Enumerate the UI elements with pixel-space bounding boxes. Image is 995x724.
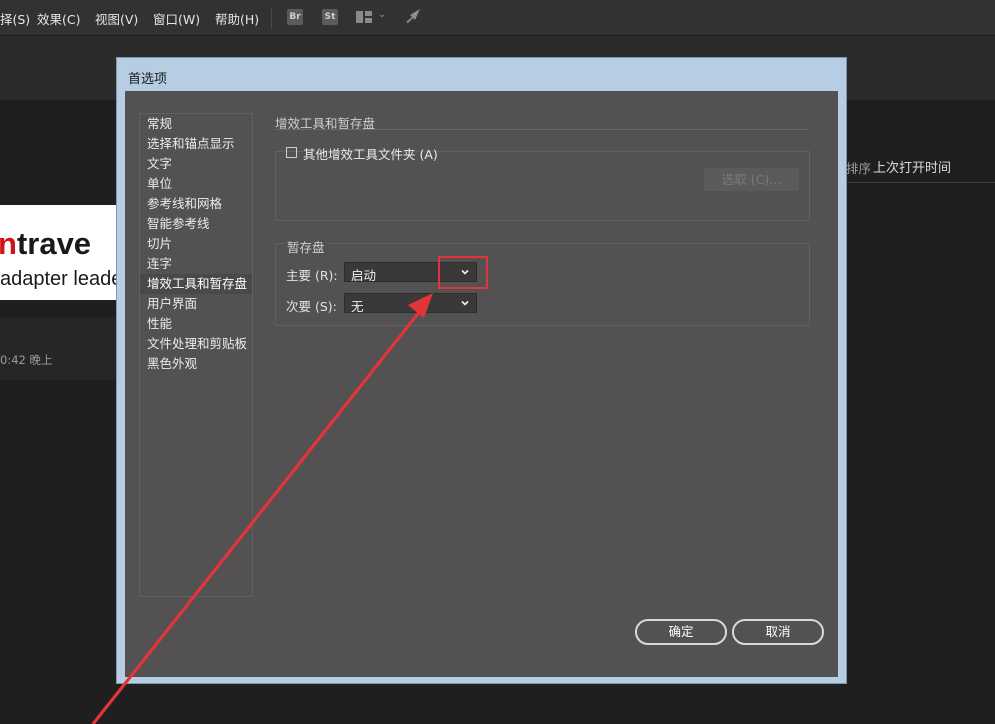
- secondary-scratch-select[interactable]: 无: [344, 293, 477, 314]
- nav-item-file-handling-clipboard[interactable]: 文件处理和剪贴板: [140, 334, 252, 354]
- chevron-down-icon[interactable]: [459, 297, 471, 309]
- cancel-button[interactable]: 取消: [732, 619, 824, 645]
- gpu-rocket-icon[interactable]: [404, 8, 422, 26]
- sort-value[interactable]: 上次打开时间: [873, 157, 951, 176]
- primary-scratch-value: 启动: [351, 268, 377, 283]
- scratch-disks-section-title: 暂存盘: [285, 237, 327, 256]
- menu-bar: 择(S) 效果(C) 视图(V) 窗口(W) 帮助(H) Br St ⌄: [0, 0, 995, 36]
- nav-item-user-interface[interactable]: 用户界面: [140, 294, 252, 314]
- recent-file-row[interactable]: [0, 318, 120, 380]
- recent-file-thumbnail[interactable]: ntrave adapter leade: [0, 205, 120, 300]
- nav-item-general[interactable]: 常规: [140, 114, 252, 134]
- thumbnail-logo: ntrave: [0, 226, 92, 261]
- additional-plugins-folder-label[interactable]: 其他增效工具文件夹 (A): [303, 144, 438, 163]
- nav-item-selection-anchor-display[interactable]: 选择和锚点显示: [140, 134, 252, 154]
- recent-file-time: 0:42 晚上: [0, 353, 53, 367]
- menu-window[interactable]: 窗口(W): [153, 9, 200, 28]
- dialog-body: 常规 选择和锚点显示 文字 单位 参考线和网格 智能参考线 切片 连字 增效工具…: [125, 91, 838, 677]
- nav-item-smart-guides[interactable]: 智能参考线: [140, 214, 252, 234]
- preferences-nav-list: 常规 选择和锚点显示 文字 单位 参考线和网格 智能参考线 切片 连字 增效工具…: [139, 113, 253, 597]
- nav-item-plugins-scratch-disks[interactable]: 增效工具和暂存盘: [140, 274, 252, 294]
- dialog-title: 首选项: [128, 72, 168, 87]
- nav-item-type[interactable]: 文字: [140, 154, 252, 174]
- choose-button[interactable]: 选取 (C)...: [704, 168, 799, 191]
- stock-app-icon[interactable]: St: [322, 9, 338, 25]
- nav-item-performance[interactable]: 性能: [140, 314, 252, 334]
- menu-effect[interactable]: 效果(C): [37, 9, 80, 28]
- nav-item-hyphenation[interactable]: 连字: [140, 254, 252, 274]
- chevron-down-icon[interactable]: ⌄: [378, 9, 386, 20]
- workspace-layout-icon[interactable]: [356, 11, 372, 23]
- menu-help[interactable]: 帮助(H): [215, 9, 259, 28]
- secondary-scratch-label: 次要 (S):: [286, 299, 337, 314]
- bridge-app-icon[interactable]: Br: [287, 9, 303, 25]
- sort-divider: [846, 182, 995, 183]
- menu-view[interactable]: 视图(V): [95, 9, 138, 28]
- nav-item-slices[interactable]: 切片: [140, 234, 252, 254]
- menu-select[interactable]: 择(S): [0, 9, 30, 28]
- nav-item-guides-grid[interactable]: 参考线和网格: [140, 194, 252, 214]
- secondary-scratch-value: 无: [351, 299, 364, 314]
- menu-separator: [271, 7, 272, 28]
- preferences-dialog: 首选项 常规 选择和锚点显示 文字 单位 参考线和网格 智能参考线 切片 连字 …: [116, 57, 847, 684]
- annotation-highlight-box: [438, 256, 488, 289]
- plugins-section-divider: [275, 129, 808, 130]
- sort-label: 排序: [846, 161, 872, 176]
- additional-plugins-folder-checkbox[interactable]: [286, 147, 297, 158]
- thumbnail-subtitle: adapter leade: [0, 268, 120, 290]
- nav-item-units[interactable]: 单位: [140, 174, 252, 194]
- primary-scratch-label: 主要 (R):: [286, 268, 338, 283]
- nav-item-appearance-of-black[interactable]: 黑色外观: [140, 354, 252, 374]
- ok-button[interactable]: 确定: [635, 619, 727, 645]
